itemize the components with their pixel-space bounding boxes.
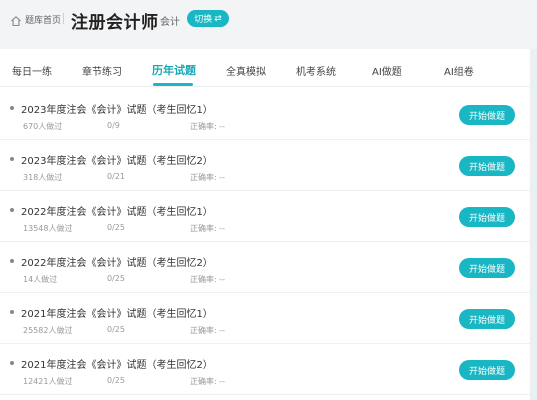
tab-ai-compose[interactable]: AI组卷 [444, 63, 474, 78]
attempt-count: 12421人做过 [23, 377, 73, 386]
page-title: 注册会计师 [71, 13, 159, 33]
progress-count: 0/25 [107, 376, 125, 385]
paper-title[interactable]: 2022年度注会《会计》试题（考生回忆2） [21, 254, 213, 269]
start-practice-button[interactable]: 开始做题 [459, 258, 515, 278]
paper-row: 2023年度注会《会计》试题（考生回忆2） 318人做过 0/21 正确率: -… [0, 140, 530, 191]
paper-row: 2021年度注会《会计》试题（考生回忆1） 25582人做过 0/25 正确率:… [0, 293, 530, 344]
paper-title[interactable]: 2023年度注会《会计》试题（考生回忆2） [21, 152, 213, 167]
paper-row: 2023年度注会《会计》试题（考生回忆1） 670人做过 0/9 正确率: --… [0, 89, 530, 140]
paper-title[interactable]: 2022年度注会《会计》试题（考生回忆1） [21, 203, 213, 218]
bullet-icon [10, 259, 14, 263]
subject-label: 会计 [160, 17, 180, 28]
tab-chapter-practice[interactable]: 章节练习 [82, 63, 122, 78]
accuracy-rate: 正确率: -- [190, 377, 226, 386]
accuracy-rate: 正确率: -- [190, 224, 226, 233]
paper-row: 2022年度注会《会计》试题（考生回忆2） 14人做过 0/25 正确率: --… [0, 242, 530, 293]
progress-count: 0/21 [107, 172, 125, 181]
paper-list-card: 每日一练 章节练习 历年试题 全真模拟 机考系统 AI做题 AI组卷 2023年… [0, 49, 530, 400]
switch-label: 切换 [194, 15, 213, 25]
home-link[interactable]: 题库首页 [25, 13, 61, 26]
progress-count: 0/25 [107, 274, 125, 283]
start-practice-button[interactable]: 开始做题 [459, 360, 515, 380]
tab-computer-exam[interactable]: 机考系统 [296, 63, 336, 78]
divider [63, 13, 64, 24]
active-tab-indicator [153, 83, 193, 86]
bullet-icon [10, 361, 14, 365]
progress-count: 0/25 [107, 223, 125, 232]
accuracy-rate: 正确率: -- [190, 173, 226, 182]
attempt-count: 25582人做过 [23, 326, 73, 335]
bullet-icon [10, 310, 14, 314]
tab-daily-practice[interactable]: 每日一练 [12, 63, 52, 78]
tab-ai-practice[interactable]: AI做题 [372, 63, 402, 78]
accuracy-rate: 正确率: -- [190, 275, 226, 284]
top-bar: 题库首页 注册会计师 会计 切换 ⇄ [0, 0, 537, 40]
start-practice-button[interactable]: 开始做题 [459, 105, 515, 125]
attempt-count: 14人做过 [23, 275, 58, 284]
paper-row: 2021年度注会《会计》试题（考生回忆2） 12421人做过 0/25 正确率:… [0, 344, 530, 395]
paper-title[interactable]: 2021年度注会《会计》试题（考生回忆1） [21, 305, 213, 320]
bullet-icon [10, 157, 14, 161]
progress-count: 0/9 [107, 121, 120, 130]
accuracy-rate: 正确率: -- [190, 122, 226, 131]
switch-subject-button[interactable]: 切换 ⇄ [187, 10, 229, 27]
swap-icon: ⇄ [214, 13, 222, 24]
paper-title[interactable]: 2021年度注会《会计》试题（考生回忆2） [21, 356, 213, 371]
start-practice-button[interactable]: 开始做题 [459, 309, 515, 329]
attempt-count: 13548人做过 [23, 224, 73, 233]
paper-title[interactable]: 2023年度注会《会计》试题（考生回忆1） [21, 101, 213, 116]
page-scroll-gutter [530, 49, 537, 400]
home-icon[interactable] [10, 12, 22, 27]
tab-mock-exam[interactable]: 全真模拟 [226, 63, 266, 78]
bullet-icon [10, 106, 14, 110]
start-practice-button[interactable]: 开始做题 [459, 207, 515, 227]
attempt-count: 670人做过 [23, 122, 63, 131]
attempt-count: 318人做过 [23, 173, 63, 182]
start-practice-button[interactable]: 开始做题 [459, 156, 515, 176]
paper-row: 2022年度注会《会计》试题（考生回忆1） 13548人做过 0/25 正确率:… [0, 191, 530, 242]
tab-bar: 每日一练 章节练习 历年试题 全真模拟 机考系统 AI做题 AI组卷 [0, 49, 530, 87]
bullet-icon [10, 208, 14, 212]
progress-count: 0/25 [107, 325, 125, 334]
accuracy-rate: 正确率: -- [190, 326, 226, 335]
tab-past-papers[interactable]: 历年试题 [152, 62, 196, 78]
